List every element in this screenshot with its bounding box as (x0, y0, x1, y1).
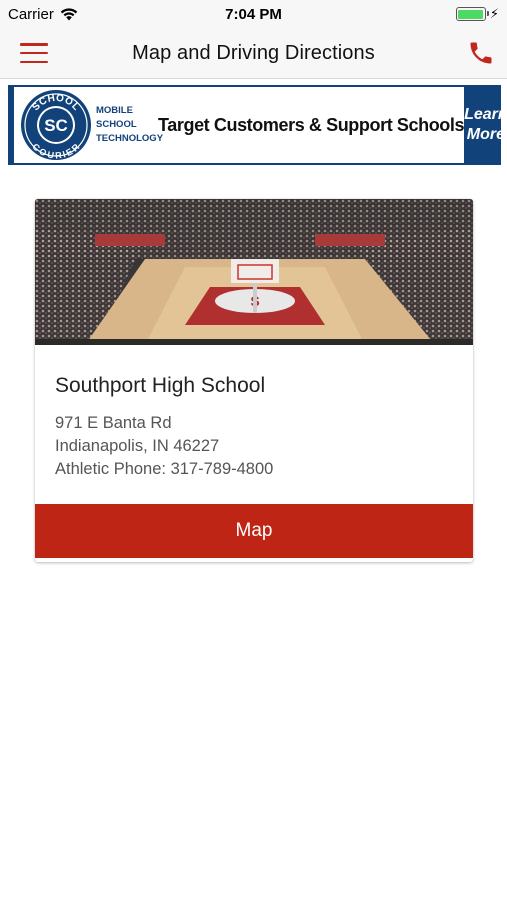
banner-subtitle: MOBILE SCHOOL TECHNOLOGY (96, 104, 164, 146)
wifi-icon (60, 7, 78, 20)
banner-subtitle-line: MOBILE (96, 105, 133, 116)
status-left: Carrier (8, 6, 78, 23)
status-right: ⚡ (455, 6, 499, 22)
school-name: Southport High School (55, 374, 266, 397)
learn-more-line: Learn (464, 106, 507, 123)
hamburger-menu-icon-bar (20, 60, 48, 63)
charging-bolt-icon: ⚡ (489, 6, 499, 21)
address-street: 971 E Banta Rd (55, 414, 172, 432)
ad-banner[interactable]: SCHOOL COURIER SC MOBILE SCHOOL TECHNOLO… (8, 85, 507, 165)
school-courier-logo: SCHOOL COURIER SC (21, 90, 91, 161)
banner-tagline: Target Customers & Support Schools (158, 114, 465, 135)
page-title: Map and Driving Directions (132, 41, 375, 64)
card-body: Southport High School 971 E Banta Rd Ind… (35, 345, 473, 481)
athletic-phone[interactable]: Athletic Phone: 317-789-4800 (55, 458, 453, 481)
navigation-bar: Map and Driving Directions (0, 28, 507, 79)
banner-subtitle-line: SCHOOL (96, 119, 137, 130)
learn-more-line: More (466, 126, 506, 143)
banner-content: SCHOOL COURIER SC MOBILE SCHOOL TECHNOLO… (14, 87, 465, 163)
banner-subtitle-line: TECHNOLOGY (96, 133, 164, 144)
school-card: S Southport High School 971 E Banta Rd I… (35, 199, 473, 562)
carrier-label: Carrier (8, 5, 54, 23)
battery-level-fill (458, 9, 484, 19)
hamburger-menu-icon-bar (20, 43, 48, 46)
map-button[interactable]: Map (35, 504, 473, 558)
logo-center-text: SC (44, 116, 68, 135)
hamburger-menu-icon-bar (20, 51, 48, 55)
gymnasium-photo: S (35, 199, 473, 345)
menu-button[interactable] (20, 43, 48, 63)
address-city: Indianapolis, IN 46227 (55, 437, 220, 455)
learn-more-button[interactable]: Learn More (464, 87, 507, 163)
phone-icon[interactable] (467, 39, 495, 67)
battery-icon (455, 7, 489, 21)
status-bar: Carrier 7:04 PM ⚡ (0, 0, 507, 28)
screen: Carrier 7:04 PM ⚡ Map and Driving Direct… (0, 0, 507, 900)
